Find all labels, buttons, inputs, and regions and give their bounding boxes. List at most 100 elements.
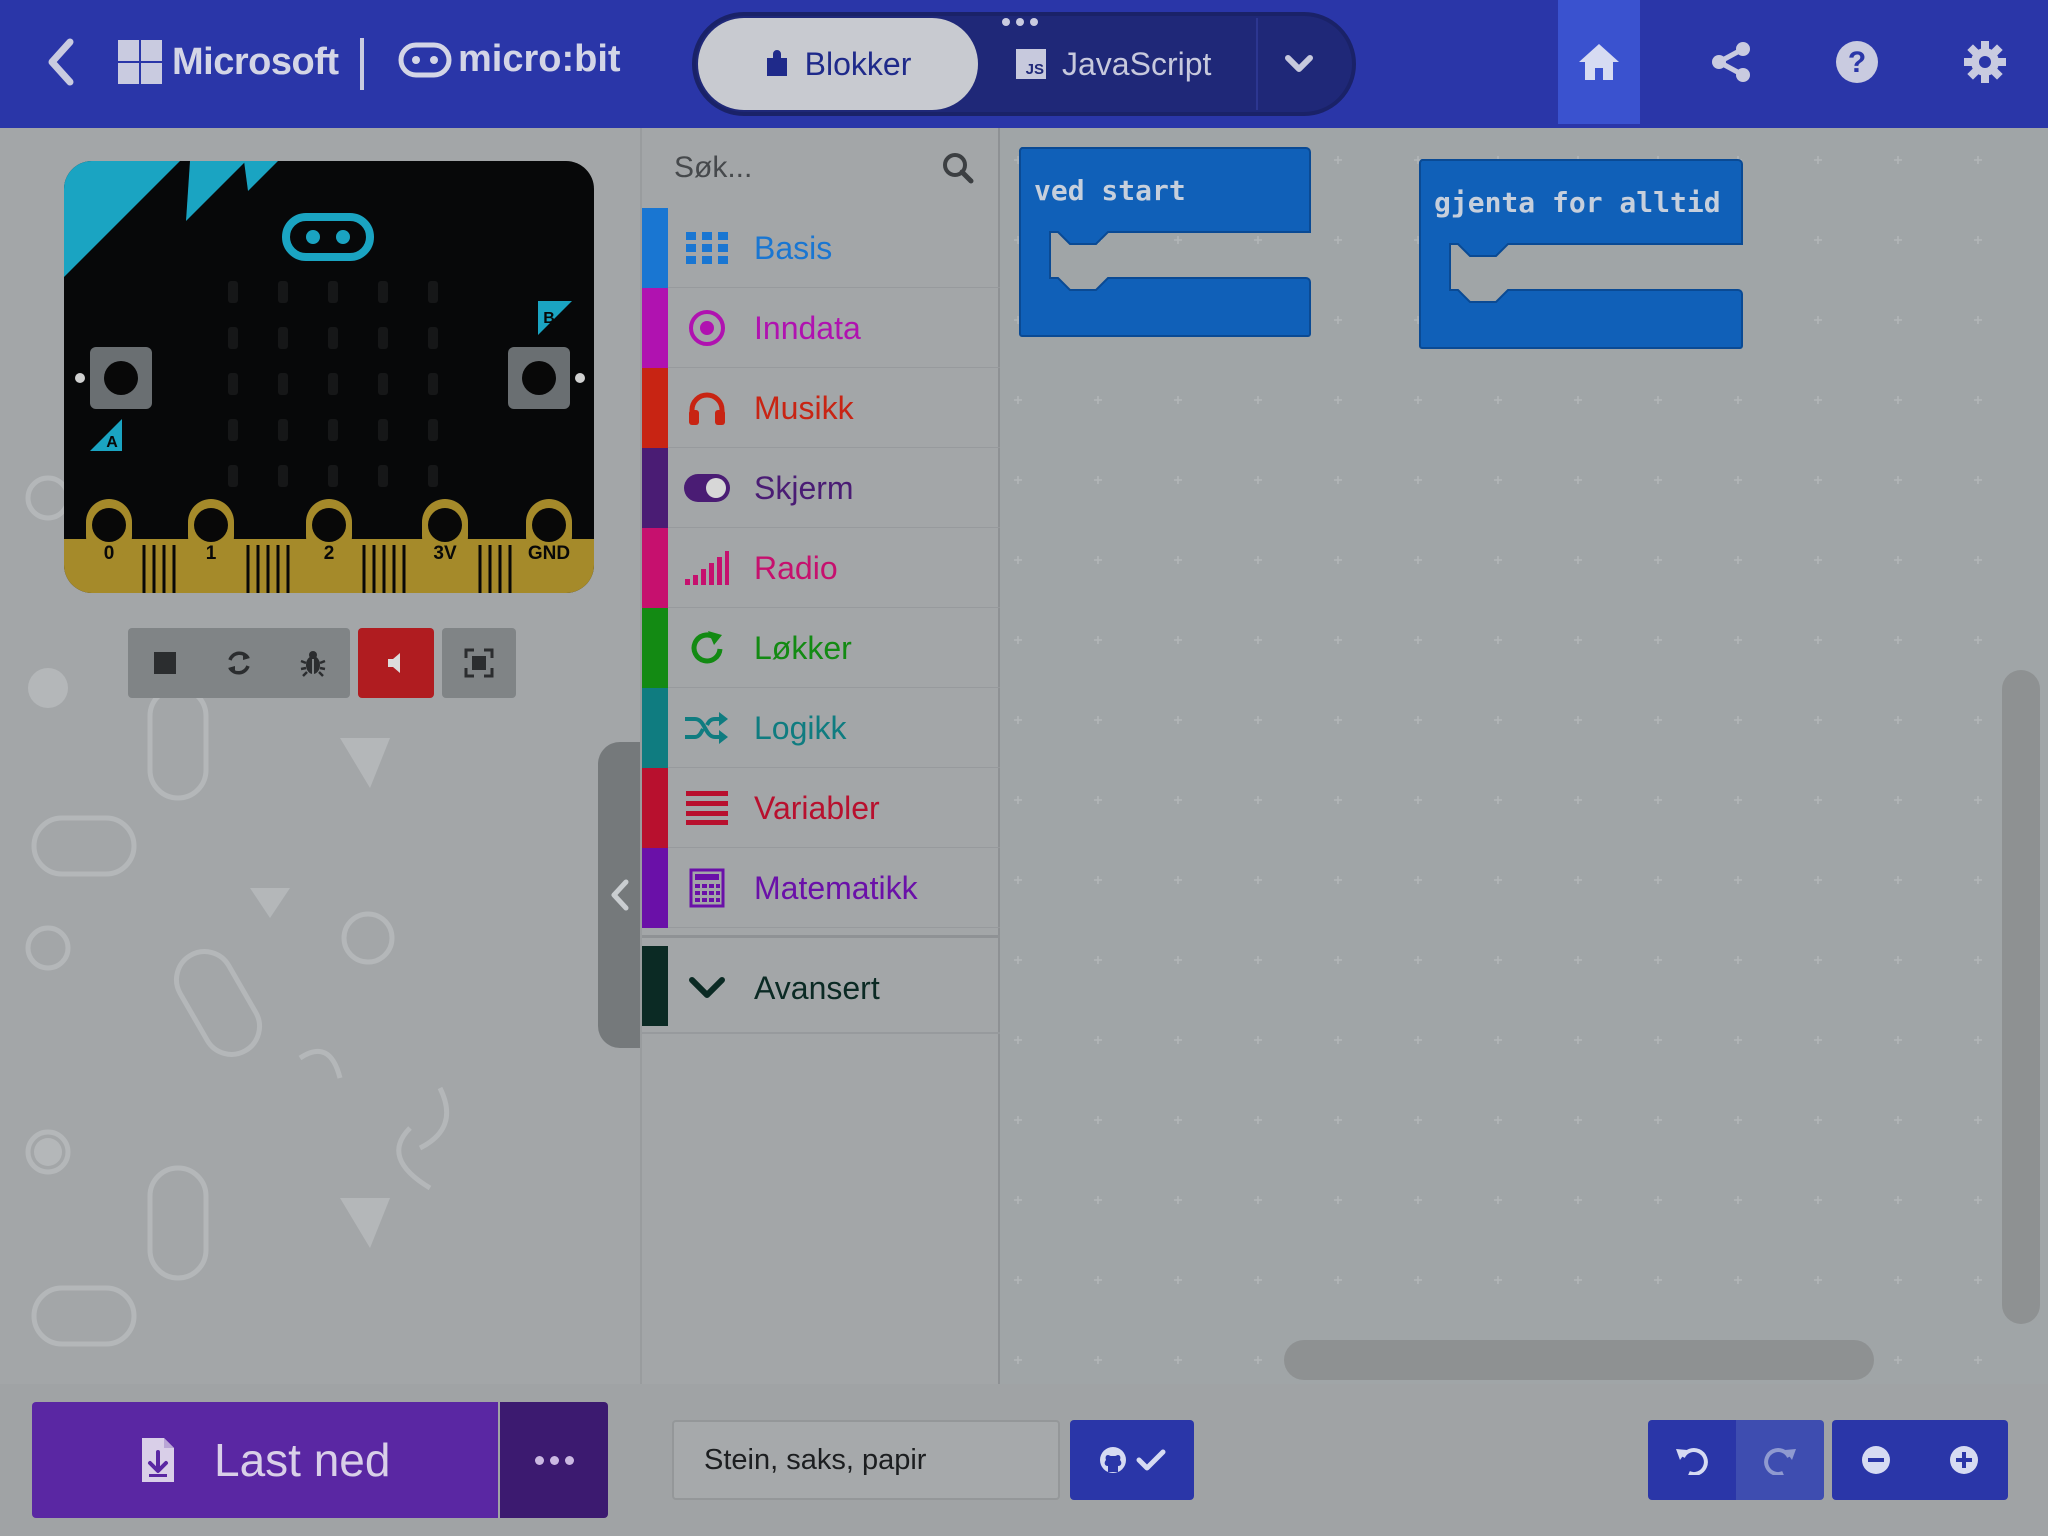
redo-button[interactable]: [1736, 1420, 1824, 1500]
search-icon: [943, 153, 974, 184]
stop-icon: [154, 652, 176, 674]
stop-button[interactable]: [128, 628, 202, 698]
zoom-out-button[interactable]: [1832, 1420, 1920, 1500]
category-list: Basis Inndata Musikk Skjerm Radio Løkker…: [642, 208, 1000, 1034]
undo-button[interactable]: [1648, 1420, 1736, 1500]
project-name-input[interactable]: [672, 1420, 1060, 1500]
category-logikk[interactable]: Logikk: [642, 688, 1000, 768]
category-stripe: [642, 208, 668, 288]
category-variabler[interactable]: Variabler: [642, 768, 1000, 848]
puzzle-icon: [766, 50, 787, 76]
category-stripe: [642, 608, 668, 688]
microbit-logo[interactable]: micro:bit: [398, 38, 621, 81]
restart-icon: [228, 651, 250, 675]
list-icon: [684, 786, 730, 830]
collapse-simulator-button[interactable]: [598, 742, 640, 1048]
category-label: Variabler: [754, 790, 880, 826]
github-save-button[interactable]: [1070, 1420, 1194, 1500]
category-stripe: [642, 368, 668, 448]
microsoft-grid-icon: [118, 40, 162, 84]
mute-icon: [388, 653, 400, 673]
pin-gnd-label: GND: [528, 543, 570, 564]
category-stripe: [642, 848, 668, 928]
pin-3v-label: 3V: [433, 543, 457, 564]
category-basis[interactable]: Basis: [642, 208, 1000, 288]
workspace-vertical-scrollbar[interactable]: [2002, 670, 2040, 1324]
zoom-in-button[interactable]: [1920, 1420, 2008, 1500]
category-stripe: [642, 448, 668, 528]
microbit-face-icon: [398, 42, 452, 77]
js-icon: JS: [1016, 49, 1046, 79]
chevron-down-icon: [1285, 55, 1313, 72]
block-forever-label: gjenta for alltid: [1434, 186, 1721, 219]
help-button[interactable]: ?: [1816, 0, 1898, 124]
download-file-icon: [142, 1438, 174, 1482]
download-button[interactable]: Last ned: [32, 1402, 498, 1518]
github-icon: [1100, 1447, 1126, 1473]
home-button[interactable]: [1558, 0, 1640, 124]
toggle-icon: [684, 466, 730, 510]
simulator-controls: [128, 628, 350, 698]
category-label: Basis: [754, 230, 833, 266]
toolbox-search: [642, 128, 1000, 208]
download-more-button[interactable]: [500, 1402, 608, 1518]
more-dot: [549, 1455, 559, 1465]
brand-separator: [360, 38, 364, 90]
download-label: Last ned: [214, 1434, 391, 1486]
fullscreen-button[interactable]: [442, 628, 516, 698]
grid-icon: [684, 226, 730, 270]
undo-redo-group: [1648, 1420, 1824, 1500]
pin-1-label: 1: [206, 543, 217, 564]
button-b-label: B: [543, 310, 555, 327]
category-label: Skjerm: [754, 470, 854, 506]
zoom-out-icon: [1862, 1446, 1890, 1474]
category-avansert[interactable]: Avansert: [642, 946, 1000, 1034]
debug-icon: [300, 651, 326, 677]
refresh-icon: [684, 626, 730, 670]
shuffle-icon: [684, 706, 730, 750]
tab-javascript[interactable]: JS JavaScript: [1016, 18, 1256, 110]
category-label: Avansert: [754, 970, 880, 1006]
block-on-start-label: ved start: [1034, 174, 1186, 207]
zoom-in-icon: [1950, 1446, 1978, 1474]
microbit-board[interactable]: 0 1 2 3V GND A B: [64, 161, 594, 593]
calculator-icon: [684, 866, 730, 910]
category-stripe: [642, 528, 668, 608]
tab-blocks[interactable]: Blokker: [698, 18, 978, 110]
category-inndata[interactable]: Inndata: [642, 288, 1000, 368]
workspace-horizontal-scrollbar[interactable]: [1284, 1340, 1874, 1380]
app-header: Microsoft micro:bit Blokker JS JavaScrip…: [0, 0, 2048, 128]
category-label: Inndata: [754, 310, 861, 346]
language-dropdown-button[interactable]: [1256, 18, 1340, 110]
category-stripe: [642, 288, 668, 368]
svg-text:?: ?: [1848, 46, 1866, 79]
category-lokker[interactable]: Løkker: [642, 608, 1000, 688]
fullscreen-icon: [464, 648, 494, 678]
category-label: Musikk: [754, 390, 854, 426]
simulator-pane: 0 1 2 3V GND A B: [0, 128, 640, 1386]
headphones-icon: [684, 386, 730, 430]
home-icon: [1579, 44, 1619, 80]
target-icon: [684, 306, 730, 350]
category-musikk[interactable]: Musikk: [642, 368, 1000, 448]
debug-button[interactable]: [276, 628, 350, 698]
microsoft-logo[interactable]: Microsoft: [118, 40, 339, 84]
zoom-group: [1832, 1420, 2008, 1500]
redo-icon: [1764, 1448, 1796, 1475]
category-stripe: [642, 768, 668, 848]
category-skjerm[interactable]: Skjerm: [642, 448, 1000, 528]
category-stripe: [642, 688, 668, 768]
pin-2-label: 2: [324, 543, 335, 564]
share-button[interactable]: [1690, 0, 1772, 124]
back-button[interactable]: [36, 30, 86, 94]
mute-button[interactable]: [358, 628, 434, 698]
restart-button[interactable]: [202, 628, 276, 698]
settings-button[interactable]: [1944, 0, 2026, 124]
simulator-toolbar: [128, 628, 516, 698]
search-input[interactable]: [674, 146, 934, 190]
search-button[interactable]: [938, 148, 978, 188]
category-matematikk[interactable]: Matematikk: [642, 848, 1000, 928]
signal-bars-icon: [684, 546, 730, 590]
category-radio[interactable]: Radio: [642, 528, 1000, 608]
microbit-board-graphic: 0 1 2 3V GND A B: [64, 161, 594, 593]
